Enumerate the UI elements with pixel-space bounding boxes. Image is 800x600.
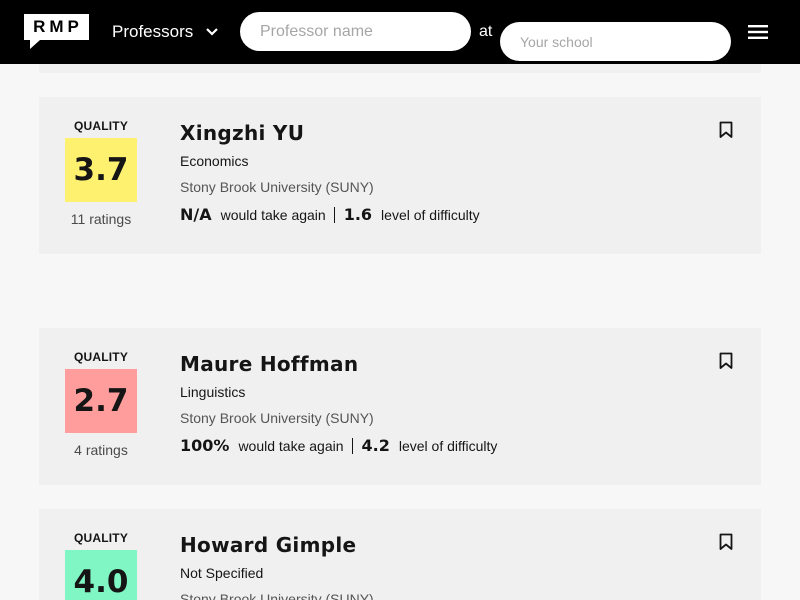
school-name: Stony Brook University (SUNY) <box>180 410 374 426</box>
department: Economics <box>180 153 249 169</box>
quality-column: QUALITY 4.0 <box>65 531 137 600</box>
top-nav-bar: RMP Professors at <box>0 0 800 64</box>
stats-row: 100% would take again 4.2 level of diffi… <box>180 436 497 455</box>
professors-dropdown-label: Professors <box>112 22 194 41</box>
quality-label: QUALITY <box>73 119 129 133</box>
quality-rating: 3.7 <box>65 138 137 202</box>
department: Linguistics <box>180 384 246 400</box>
logo-tail <box>30 40 40 49</box>
professor-name: Xingzhi YU <box>180 121 305 145</box>
quality-rating: 4.0 <box>65 550 137 600</box>
stats-divider <box>333 206 335 223</box>
difficulty-value: 1.6 <box>343 205 373 224</box>
professor-info: Howard Gimple Not Specified Stony Brook … <box>180 533 374 600</box>
would-take-again-value: 100% <box>180 436 230 455</box>
professor-name: Howard Gimple <box>180 533 357 557</box>
difficulty-label: level of difficulty <box>398 437 498 454</box>
ratings-count: 4 ratings <box>74 442 128 458</box>
hamburger-menu-icon[interactable] <box>748 24 768 40</box>
professor-name: Maure Hoffman <box>180 352 359 376</box>
professor-card[interactable]: QUALITY 3.7 11 ratings Xingzhi YU Econom… <box>39 97 761 254</box>
quality-column: QUALITY 2.7 4 ratings <box>65 350 137 458</box>
quality-label: QUALITY <box>73 350 129 364</box>
difficulty-label: level of difficulty <box>381 206 480 223</box>
school-name: Stony Brook University (SUNY) <box>180 591 374 600</box>
difficulty-value: 4.2 <box>361 436 390 455</box>
rmp-logo[interactable]: RMP <box>24 14 89 49</box>
school-name: Stony Brook University (SUNY) <box>180 179 374 195</box>
bookmark-icon[interactable] <box>719 121 733 139</box>
chevron-down-icon <box>206 28 219 36</box>
quality-column: QUALITY 3.7 11 ratings <box>65 119 137 227</box>
department: Not Specified <box>180 565 264 581</box>
would-take-again-value: N/A <box>180 205 212 224</box>
quality-label: QUALITY <box>73 531 129 545</box>
school-input[interactable] <box>500 22 731 61</box>
quality-rating: 2.7 <box>65 369 137 433</box>
professors-dropdown[interactable]: Professors <box>112 20 219 44</box>
professor-info: Xingzhi YU Economics Stony Brook Univers… <box>180 121 480 224</box>
ratings-count: 11 ratings <box>70 211 132 227</box>
at-label: at <box>479 23 493 40</box>
logo-text: RMP <box>33 17 83 36</box>
professor-card[interactable]: QUALITY 4.0 Howard Gimple Not Specified … <box>39 509 761 600</box>
professor-info: Maure Hoffman Linguistics Stony Brook Un… <box>180 352 497 455</box>
bookmark-icon[interactable] <box>719 533 733 551</box>
stats-row: N/A would take again 1.6 level of diffic… <box>180 205 480 224</box>
would-take-again-label: would take again <box>238 437 344 454</box>
would-take-again-label: would take again <box>220 206 326 223</box>
professor-card[interactable]: QUALITY 2.7 4 ratings Maure Hoffman Ling… <box>39 328 761 485</box>
professor-name-input[interactable] <box>240 12 471 51</box>
stats-divider <box>351 437 353 454</box>
bookmark-icon[interactable] <box>719 352 733 370</box>
